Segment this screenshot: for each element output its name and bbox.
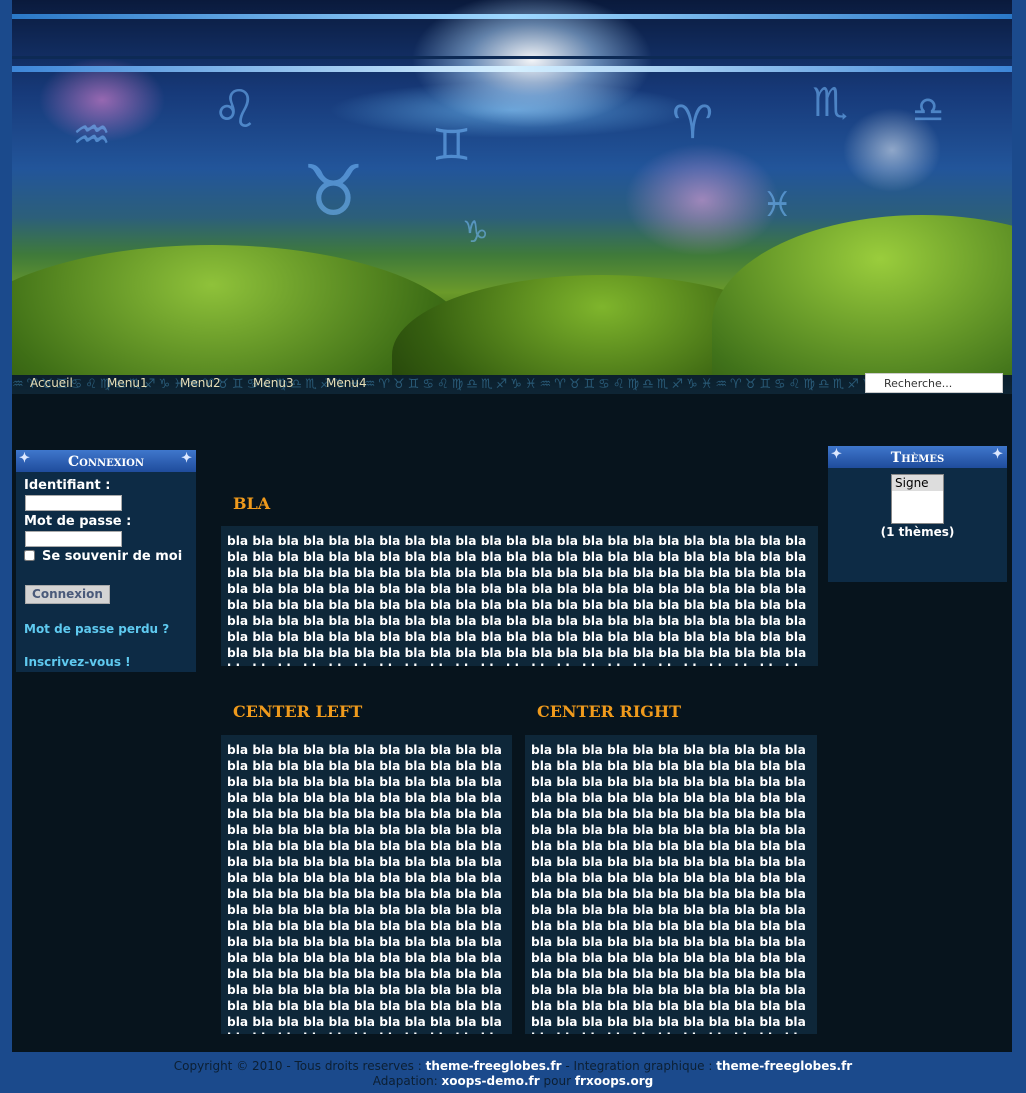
hill-shape xyxy=(712,215,1012,375)
text-block-bla: bla bla bla bla bla bla bla bla bla bla … xyxy=(221,526,818,666)
text-block-center-left: bla bla bla bla bla bla bla bla bla bla … xyxy=(221,735,512,1034)
star-icon: ✦ xyxy=(831,447,842,462)
username-field[interactable] xyxy=(25,495,122,511)
zodiac-glyph: ♓ xyxy=(762,185,793,225)
zodiac-glyph: ♊ xyxy=(432,120,472,171)
zodiac-glyph: ♌ xyxy=(212,80,259,140)
footer-line-2: Adapation: xoops-demo.fr pour frxoops.or… xyxy=(0,1074,1026,1088)
banner-stripe xyxy=(12,66,1012,72)
section-title-bla: BLA xyxy=(233,494,271,513)
page-container: ♒ ♌ ♉ ♊ ♑ ♈ ♏ ♎ ♓ ♍ ♒♈♉♊♋♌♍♎♏♐♑♓♒♈♉♊♋♌♍♎… xyxy=(12,0,1012,1052)
login-block-header: ✦ Connexion ✦ xyxy=(16,450,196,472)
password-field[interactable] xyxy=(25,531,122,547)
login-submit-button[interactable]: Connexion xyxy=(25,585,110,604)
theme-count: (1 thèmes) xyxy=(880,525,955,539)
main-navigation: ♒♈♉♊♋♌♍♎♏♐♑♓♒♈♉♊♋♌♍♎♏♐♑♓♒♈♉♊♋♌♍♎♏♐♑♓♒♈♉♊… xyxy=(12,373,1012,394)
nav-item-menu3[interactable]: Menu3 xyxy=(253,376,294,390)
footer-integration-text: - Integration graphique : xyxy=(565,1059,713,1073)
zodiac-glyph: ♑ xyxy=(462,215,489,250)
footer-copyright: Copyright © 2010 - Tous droits reserves … xyxy=(173,1059,422,1073)
nav-item-menu1[interactable]: Menu1 xyxy=(107,376,148,390)
footer-adaptation-text: Adapation: xyxy=(372,1074,438,1088)
banner-stripe xyxy=(12,56,1012,59)
star-icon: ✦ xyxy=(181,451,192,466)
nav-item-menu2[interactable]: Menu2 xyxy=(180,376,221,390)
zodiac-glyph: ♒ xyxy=(72,110,112,161)
themes-block-title: Thèmes xyxy=(890,450,945,466)
footer-link-freeglobes-integration[interactable]: theme-freeglobes.fr xyxy=(716,1059,852,1073)
header-banner-image: ♒ ♌ ♉ ♊ ♑ ♈ ♏ ♎ ♓ ♍ xyxy=(12,0,1012,375)
login-block: ✦ Connexion ✦ Identifiant : Mot de passe… xyxy=(16,450,196,672)
search-input[interactable] xyxy=(865,373,1003,393)
nav-item-menu4[interactable]: Menu4 xyxy=(326,376,367,390)
register-link[interactable]: Inscrivez-vous ! xyxy=(24,655,131,669)
lost-password-link[interactable]: Mot de passe perdu ? xyxy=(24,622,169,636)
zodiac-glyph: ♎ xyxy=(912,90,945,131)
remember-me-label: Se souvenir de moi xyxy=(42,549,183,564)
footer-for-text: pour xyxy=(543,1074,572,1088)
star-icon: ✦ xyxy=(19,451,30,466)
section-title-center-left: CENTER LEFT xyxy=(233,702,363,721)
footer-link-freeglobes[interactable]: theme-freeglobes.fr xyxy=(426,1059,562,1073)
zodiac-glyph: ♏ xyxy=(812,80,848,126)
zodiac-glyph: ♉ xyxy=(302,150,365,232)
footer-link-xoops-demo[interactable]: xoops-demo.fr xyxy=(442,1074,540,1088)
themes-block: ✦ Thèmes ✦ Signe (1 thèmes) xyxy=(828,446,1007,582)
star-icon: ✦ xyxy=(992,447,1003,462)
text-block-center-right: bla bla bla bla bla bla bla bla bla bla … xyxy=(525,735,817,1034)
username-label: Identifiant : xyxy=(24,478,111,493)
password-label: Mot de passe : xyxy=(24,514,132,529)
banner-stripe xyxy=(12,14,1012,19)
theme-option[interactable]: Signe xyxy=(892,475,943,491)
section-title-center-right: CENTER RIGHT xyxy=(537,702,681,721)
zodiac-strip-decoration: ♒♈♉♊♋♌♍♎♏♐♑♓♒♈♉♊♋♌♍♎♏♐♑♓♒♈♉♊♋♌♍♎♏♐♑♓♒♈♉♊… xyxy=(12,377,892,392)
footer-line-1: Copyright © 2010 - Tous droits reserves … xyxy=(0,1059,1026,1073)
zodiac-glyph: ♈ xyxy=(672,95,714,149)
remember-me-checkbox[interactable] xyxy=(24,550,35,561)
login-block-title: Connexion xyxy=(67,454,145,470)
theme-select-list[interactable]: Signe xyxy=(891,474,944,524)
footer-link-frxoops[interactable]: frxoops.org xyxy=(575,1074,653,1088)
themes-block-header: ✦ Thèmes ✦ xyxy=(828,446,1007,468)
nav-item-accueil[interactable]: Accueil xyxy=(30,376,73,390)
